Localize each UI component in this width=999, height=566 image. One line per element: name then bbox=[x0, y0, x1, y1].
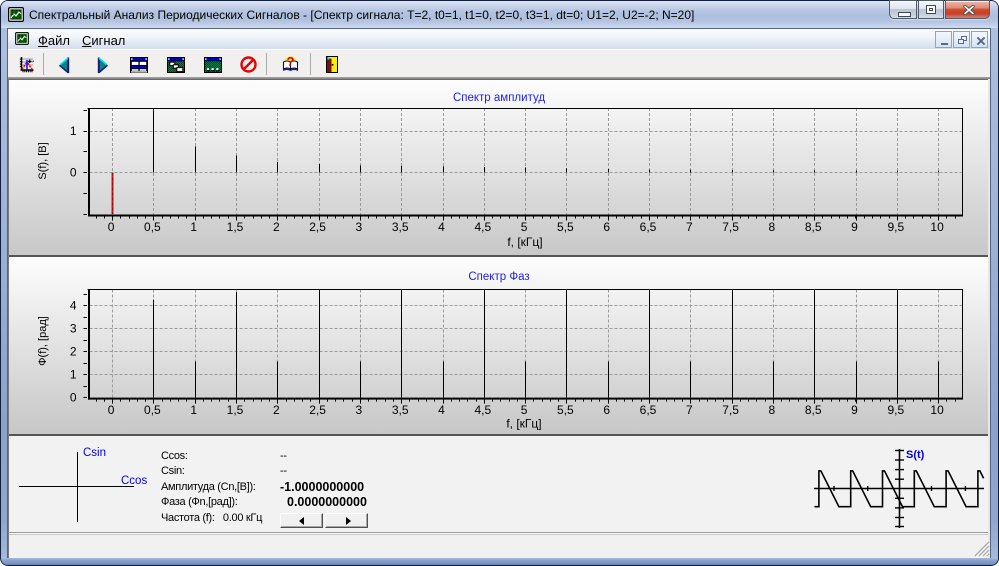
svg-text:1: 1 bbox=[190, 403, 197, 417]
svg-text:9,5: 9,5 bbox=[887, 220, 904, 234]
svg-text:7,5: 7,5 bbox=[722, 220, 739, 234]
svg-text:8,5: 8,5 bbox=[805, 403, 822, 417]
svg-text:0,5: 0,5 bbox=[144, 403, 161, 417]
svg-text:?: ? bbox=[287, 55, 295, 69]
svg-text:8: 8 bbox=[769, 220, 776, 234]
svg-text:2,5: 2,5 bbox=[309, 220, 326, 234]
svg-text:3,5: 3,5 bbox=[392, 403, 409, 417]
svg-text:Спектр Фаз: Спектр Фаз bbox=[468, 271, 529, 283]
svg-text:1: 1 bbox=[70, 368, 77, 382]
svg-text:2,5: 2,5 bbox=[309, 403, 326, 417]
svg-text:1,5: 1,5 bbox=[227, 220, 244, 234]
svg-text:3,5: 3,5 bbox=[392, 220, 409, 234]
svg-text:Спектр амплитуд: Спектр амплитуд bbox=[453, 92, 545, 104]
svg-text:6,5: 6,5 bbox=[640, 220, 657, 234]
svg-text:4,5: 4,5 bbox=[474, 220, 491, 234]
svg-text:0: 0 bbox=[70, 166, 77, 180]
svg-text:0: 0 bbox=[108, 220, 115, 234]
svg-text:2: 2 bbox=[70, 345, 77, 359]
svg-text:f, [кГц]: f, [кГц] bbox=[506, 417, 541, 431]
svg-text:8: 8 bbox=[769, 403, 776, 417]
svg-text:0: 0 bbox=[70, 391, 77, 405]
svg-text:1,5: 1,5 bbox=[227, 403, 244, 417]
svg-text:2: 2 bbox=[273, 403, 280, 417]
svg-text:5: 5 bbox=[521, 403, 528, 417]
svg-text:f, [кГц]: f, [кГц] bbox=[507, 235, 542, 249]
svg-text:4: 4 bbox=[438, 403, 445, 417]
svg-text:6: 6 bbox=[603, 220, 610, 234]
svg-text:3: 3 bbox=[356, 403, 363, 417]
svg-text:7: 7 bbox=[686, 403, 693, 417]
svg-text:2: 2 bbox=[273, 220, 280, 234]
svg-text:3: 3 bbox=[70, 322, 77, 336]
svg-text:10: 10 bbox=[930, 403, 944, 417]
svg-text:Ф(f), [рад]: Ф(f), [рад] bbox=[37, 316, 49, 366]
svg-text:4,5: 4,5 bbox=[474, 403, 491, 417]
svg-text:6: 6 bbox=[603, 403, 610, 417]
svg-text:10: 10 bbox=[930, 220, 944, 234]
svg-text:1: 1 bbox=[70, 124, 77, 138]
svg-text:Csin: Csin bbox=[83, 447, 106, 459]
svg-text:5,5: 5,5 bbox=[557, 403, 574, 417]
svg-text:S(t): S(t) bbox=[906, 449, 925, 461]
svg-text:4: 4 bbox=[70, 299, 77, 313]
svg-text:0,5: 0,5 bbox=[144, 220, 161, 234]
svg-text:4: 4 bbox=[438, 220, 445, 234]
svg-text:0: 0 bbox=[108, 403, 115, 417]
svg-text:7: 7 bbox=[686, 220, 693, 234]
svg-text:S(f), [В]: S(f), [В] bbox=[37, 142, 49, 179]
svg-text:5,5: 5,5 bbox=[557, 220, 574, 234]
svg-text:8,5: 8,5 bbox=[805, 220, 822, 234]
svg-text:6,5: 6,5 bbox=[640, 403, 657, 417]
svg-text:9,5: 9,5 bbox=[887, 403, 904, 417]
svg-text:9: 9 bbox=[851, 220, 858, 234]
svg-text:Ccos: Ccos bbox=[121, 475, 147, 487]
svg-text:5: 5 bbox=[521, 220, 528, 234]
svg-text:7,5: 7,5 bbox=[722, 403, 739, 417]
svg-text:1: 1 bbox=[190, 220, 197, 234]
svg-text:9: 9 bbox=[851, 403, 858, 417]
svg-text:3: 3 bbox=[356, 220, 363, 234]
